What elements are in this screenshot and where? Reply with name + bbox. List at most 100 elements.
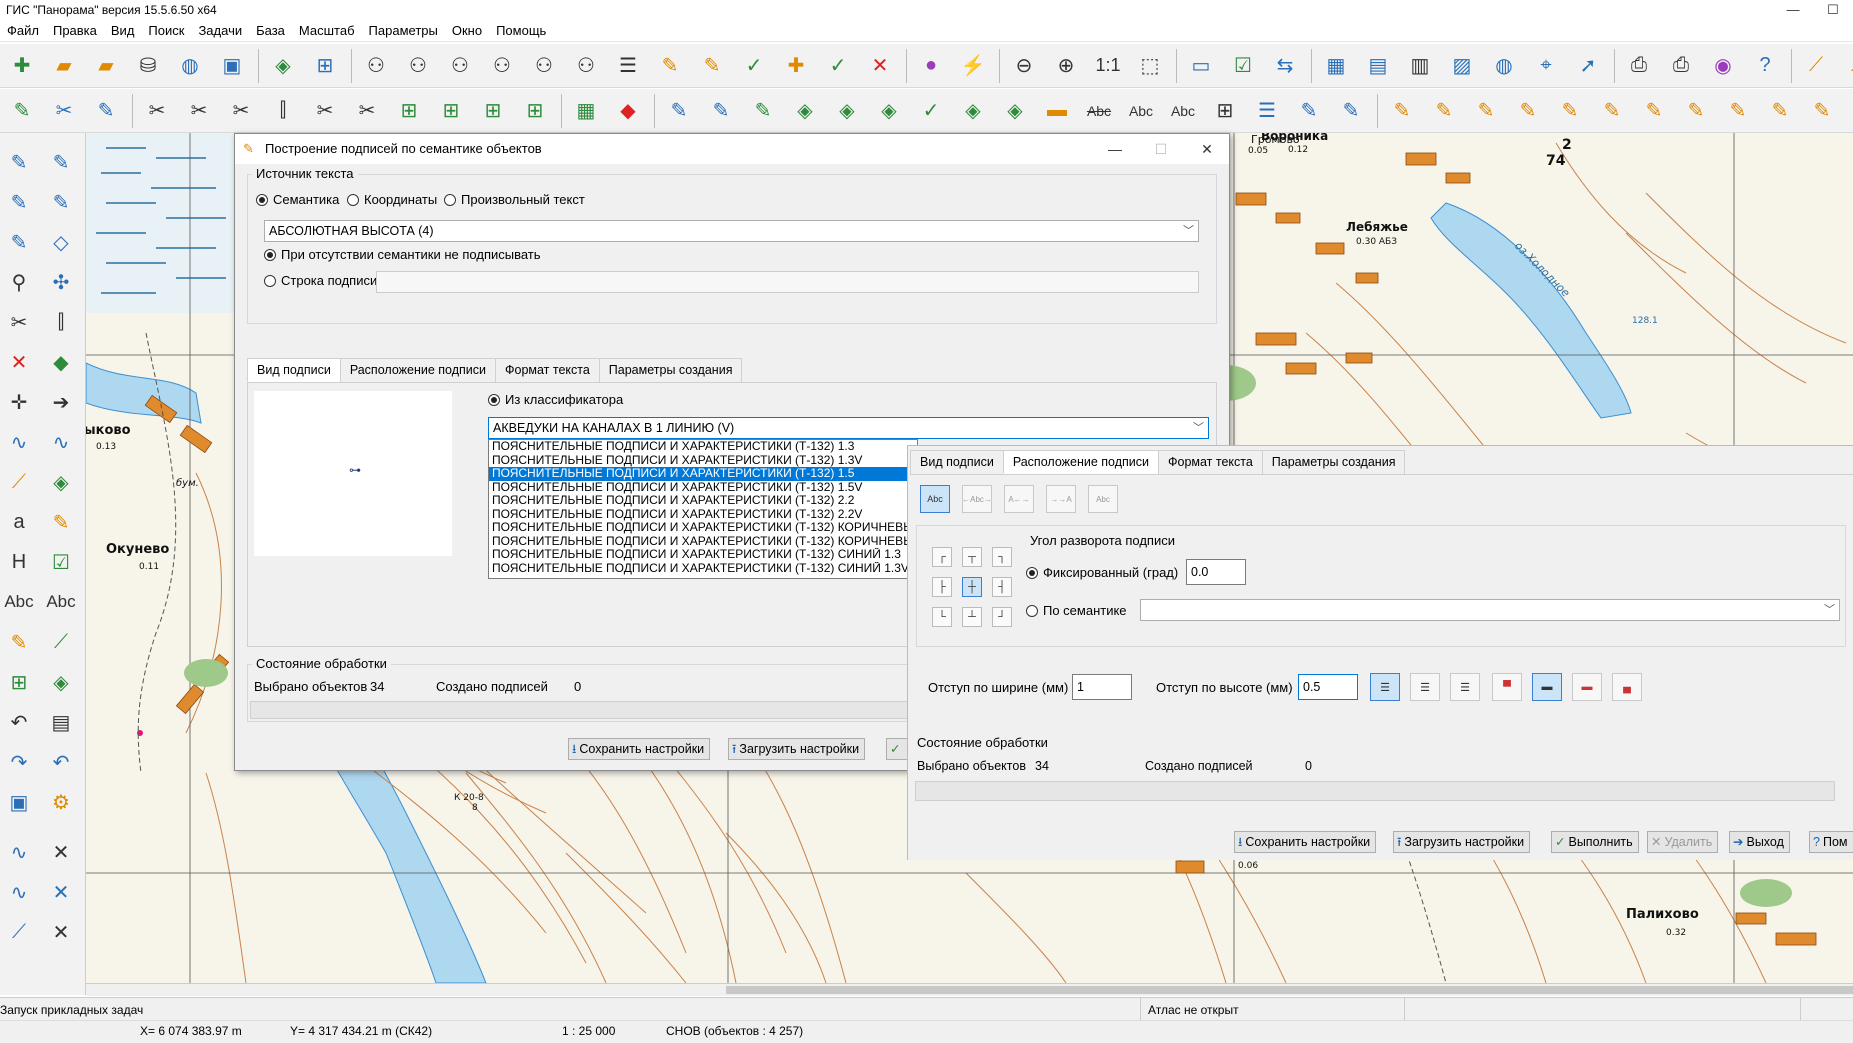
pointer-icon[interactable]: ➚: [1568, 47, 1608, 85]
database-icon[interactable]: ⛁: [128, 47, 168, 85]
hatch-icon[interactable]: ◆: [608, 92, 648, 130]
palette-icon[interactable]: ●: [911, 47, 951, 85]
pencil-smooth-icon[interactable]: ✎: [1718, 92, 1758, 130]
undo-blue-icon[interactable]: ↶: [42, 743, 80, 781]
minimize-button[interactable]: —: [1773, 0, 1813, 20]
pencil-table-icon[interactable]: ✎: [42, 503, 80, 541]
find-house-icon[interactable]: ⚇: [524, 47, 564, 85]
path-tool-icon[interactable]: ∿: [0, 873, 38, 911]
settings-gear-icon[interactable]: ⚙: [42, 783, 80, 821]
pencil-m-icon[interactable]: ✎: [1550, 92, 1590, 130]
open-folder-icon[interactable]: ▰: [44, 47, 84, 85]
graph-icon[interactable]: ⟋: [42, 623, 80, 661]
style-label-grid-icon[interactable]: Abc: [920, 485, 950, 513]
layer-tree-icon[interactable]: ⊞: [305, 47, 345, 85]
layers-icon[interactable]: ◈: [263, 47, 303, 85]
anchor-bottom-right[interactable]: ┘: [992, 607, 1012, 627]
semantic-select[interactable]: АБСОЛЮТНАЯ ВЫСОТА (4) ﹀: [264, 220, 1199, 242]
angle-semantic-select[interactable]: ﹀: [1140, 599, 1840, 621]
radio-free-text[interactable]: Произвольный текст: [444, 192, 585, 207]
radio-angle-by-semantics[interactable]: По семантике: [1026, 603, 1127, 618]
menu-search[interactable]: Поиск: [141, 20, 191, 41]
redo-blue-icon[interactable]: ↷: [0, 743, 38, 781]
cut-join-icon[interactable]: ✂: [305, 92, 345, 130]
check-layer-icon[interactable]: ✓: [911, 92, 951, 130]
tab-creation-params[interactable]: Параметры создания: [598, 358, 743, 382]
list-item[interactable]: ПОЯСНИТЕЛЬНЫЕ ПОДПИСИ И ХАРАКТЕРИСТИКИ (…: [489, 521, 917, 535]
new-document-icon[interactable]: ✚: [2, 47, 42, 85]
anchor-bottom-center[interactable]: ┴: [962, 607, 982, 627]
split-tool-icon[interactable]: ⫿: [42, 303, 80, 341]
list-item[interactable]: ПОЯСНИТЕЛЬНЫЕ ПОДПИСИ И ХАРАКТЕРИСТИКИ (…: [489, 440, 917, 454]
classifier-select[interactable]: АКВЕДУКИ НА КАНАЛАХ В 1 ЛИНИЮ (V) ﹀: [488, 417, 1209, 439]
grid-fill-icon[interactable]: ▦: [566, 92, 606, 130]
menu-edit[interactable]: Правка: [46, 20, 104, 41]
edit-object-icon[interactable]: ✎: [2, 92, 42, 130]
tree-graph-icon[interactable]: ⊞: [0, 663, 38, 701]
find-globe-icon[interactable]: ⚇: [566, 47, 606, 85]
select-object-icon[interactable]: ✎: [650, 47, 690, 85]
pencil-rotate-icon[interactable]: ✎: [1676, 92, 1716, 130]
tab-sign-view[interactable]: Вид подписи: [910, 450, 1004, 474]
zoom-in-icon[interactable]: ⊕: [1046, 47, 1086, 85]
pencil-search-icon[interactable]: ✎: [1466, 92, 1506, 130]
list-item[interactable]: ПОЯСНИТЕЛЬНЫЕ ПОДПИСИ И ХАРАКТЕРИСТИКИ (…: [489, 548, 917, 562]
draw-spline-icon[interactable]: ✎: [42, 183, 80, 221]
table-cursor-icon[interactable]: ▦: [1316, 47, 1356, 85]
globe-icon[interactable]: ◍: [170, 47, 210, 85]
find-text-icon[interactable]: ⚇: [398, 47, 438, 85]
menu-database[interactable]: База: [249, 20, 292, 41]
binoculars-icon[interactable]: ⚇: [356, 47, 396, 85]
web-map-icon[interactable]: ▣: [212, 47, 252, 85]
indent-width-input[interactable]: 1: [1072, 674, 1132, 700]
radio-sign-row[interactable]: Строка подписи: [264, 273, 377, 288]
anchor-top-right[interactable]: ┐: [992, 547, 1012, 567]
open-map-icon[interactable]: ▰: [86, 47, 126, 85]
run-button-partial[interactable]: ✓: [886, 738, 908, 760]
style-label-line-icon[interactable]: ←Abc→: [962, 485, 992, 513]
pencil-ruler-icon[interactable]: ✎: [0, 623, 38, 661]
angle-input[interactable]: 0.0: [1186, 559, 1246, 585]
cut-icon[interactable]: ✂: [137, 92, 177, 130]
radio-coordinates[interactable]: Координаты: [347, 192, 437, 207]
find-area-icon[interactable]: ⚇: [482, 47, 522, 85]
menu-window[interactable]: Окно: [445, 20, 489, 41]
draw-list-icon[interactable]: ☰: [1247, 92, 1287, 130]
split-icon[interactable]: ⫿: [263, 92, 303, 130]
print-preview-icon[interactable]: ⎙: [1661, 47, 1701, 85]
draw-line-icon[interactable]: ✎: [0, 143, 38, 181]
grid-label-icon[interactable]: ⊞: [1205, 92, 1245, 130]
list-item[interactable]: ПОЯСНИТЕЛЬНЫЕ ПОДПИСИ И ХАРАКТЕРИСТИКИ (…: [489, 562, 917, 576]
checkbox-icon[interactable]: ☑: [1223, 47, 1263, 85]
menu-scale[interactable]: Масштаб: [292, 20, 362, 41]
menu-file[interactable]: Файл: [0, 20, 46, 41]
align-right-icon[interactable]: ☰: [1450, 673, 1480, 701]
style-label-arrow-icon[interactable]: A←→: [1004, 485, 1034, 513]
tape-icon[interactable]: ▬: [1037, 92, 1077, 130]
menu-help[interactable]: Помощь: [489, 20, 553, 41]
delete-area-icon[interactable]: ◆: [42, 343, 80, 381]
network-icon[interactable]: ⊞: [389, 92, 429, 130]
route-icon[interactable]: ⌖: [1526, 47, 1566, 85]
measure-icon[interactable]: ⟋: [1796, 47, 1836, 85]
move-point-icon[interactable]: ✛: [0, 383, 38, 421]
close-tool-icon[interactable]: ✕: [42, 913, 80, 951]
chart-tool-icon[interactable]: ⟋: [0, 913, 38, 951]
find-object-icon[interactable]: ⚇: [440, 47, 480, 85]
print-icon[interactable]: ⎙: [1619, 47, 1659, 85]
layers-stack-icon[interactable]: ◈: [42, 663, 80, 701]
layer-move-icon[interactable]: ◈: [953, 92, 993, 130]
pencil-copy-icon[interactable]: ✎: [1424, 92, 1464, 130]
help-pointer-icon[interactable]: ?: [1745, 47, 1785, 85]
curve-tool-icon[interactable]: ∿: [0, 833, 38, 871]
tab-text-format[interactable]: Формат текста: [494, 358, 600, 382]
pencil-cut-icon[interactable]: ✎: [1592, 92, 1632, 130]
window-icon[interactable]: ▭: [1181, 47, 1221, 85]
node-line-icon[interactable]: ∿: [0, 423, 38, 461]
style-label-end-icon[interactable]: →→A: [1046, 485, 1076, 513]
abc-curve-icon[interactable]: Abc: [1163, 92, 1203, 130]
draw-pen-icon[interactable]: ✎: [1289, 92, 1329, 130]
pencil-join-icon[interactable]: ✎: [1634, 92, 1674, 130]
valign-bottom-icon[interactable]: ▄: [1612, 673, 1642, 701]
maximize-button[interactable]: ☐: [1813, 0, 1853, 20]
